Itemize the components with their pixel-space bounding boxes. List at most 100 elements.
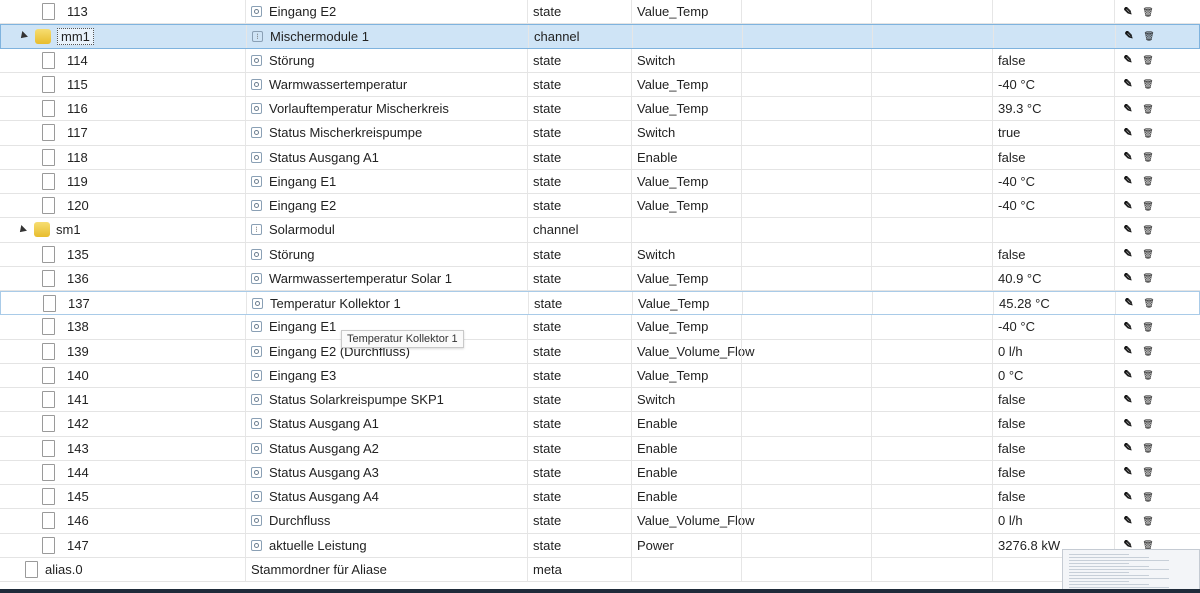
tree-row[interactable]: 142 Status Ausgang A1 state Enable false ✎ 🗑 xyxy=(0,412,1200,437)
id-cell[interactable]: sm1 xyxy=(0,218,245,241)
trash-icon[interactable]: 🗑 xyxy=(1141,368,1155,382)
id-cell[interactable]: alias.0 xyxy=(0,558,245,581)
pencil-icon[interactable]: ✎ xyxy=(1121,150,1135,164)
trash-icon[interactable]: 🗑 xyxy=(1141,102,1155,116)
trash-icon[interactable]: 🗑 xyxy=(1141,247,1155,261)
tree-row[interactable]: 115 Warmwassertemperatur state Value_Temp -4… xyxy=(0,72,1200,97)
tree-row[interactable]: 145 Status Ausgang A4 state Enable false ✎ 🗑 xyxy=(0,485,1200,510)
function-cell xyxy=(871,0,992,24)
tree-row[interactable]: 135 Störung state Switch false ✎ 🗑 xyxy=(0,242,1200,267)
id-cell[interactable]: 143 xyxy=(0,437,245,460)
pencil-icon[interactable]: ✎ xyxy=(1121,344,1135,358)
trash-icon[interactable]: 🗑 xyxy=(1141,126,1155,140)
id-cell[interactable]: 140 xyxy=(0,364,245,387)
trash-icon[interactable]: 🗑 xyxy=(1141,150,1155,164)
pencil-icon[interactable]: ✎ xyxy=(1121,514,1135,528)
pencil-icon[interactable]: ✎ xyxy=(1121,490,1135,504)
pencil-icon[interactable]: ✎ xyxy=(1122,29,1136,43)
tree-row[interactable]: 139 Eingang E2 (Durchfluss) state Value_Vol… xyxy=(0,339,1200,364)
tree-row[interactable]: 119 Eingang E1 state Value_Temp -40 °C ✎ 🗑 xyxy=(0,169,1200,194)
id-cell[interactable]: 135 xyxy=(0,243,245,266)
trash-icon[interactable]: 🗑 xyxy=(1142,296,1156,310)
expand-toggle-icon[interactable] xyxy=(17,224,27,235)
tree-row[interactable]: 113 Eingang E2 state Value_Temp ✎ 🗑 xyxy=(0,0,1200,25)
pencil-icon[interactable]: ✎ xyxy=(1121,247,1135,261)
trash-icon[interactable]: 🗑 xyxy=(1141,174,1155,188)
id-cell[interactable]: 137 xyxy=(1,292,246,314)
trash-icon[interactable]: 🗑 xyxy=(1141,393,1155,407)
tree-row[interactable]: 140 Eingang E3 state Value_Temp 0 °C ✎ 🗑 xyxy=(0,363,1200,388)
pencil-icon[interactable]: ✎ xyxy=(1121,174,1135,188)
id-cell[interactable]: 139 xyxy=(0,340,245,363)
pencil-icon[interactable]: ✎ xyxy=(1121,441,1135,455)
id-cell[interactable]: 117 xyxy=(0,121,245,144)
trash-icon[interactable]: 🗑 xyxy=(1141,465,1155,479)
tree-row[interactable]: 141 Status Solarkreispumpe SKP1 state Switc… xyxy=(0,388,1200,413)
trash-icon[interactable]: 🗑 xyxy=(1141,5,1155,19)
tree-row[interactable]: 144 Status Ausgang A3 state Enable false ✎ 🗑 xyxy=(0,460,1200,485)
id-cell[interactable]: 145 xyxy=(0,485,245,508)
id-cell[interactable]: 144 xyxy=(0,461,245,484)
tree-row[interactable]: 116 Vorlauftemperatur Mischerkreis state Va… xyxy=(0,97,1200,122)
tree-row[interactable]: 120 Eingang E2 state Value_Temp -40 °C ✎ 🗑 xyxy=(0,194,1200,219)
trash-icon[interactable]: 🗑 xyxy=(1141,514,1155,528)
id-cell[interactable]: 136 xyxy=(0,267,245,290)
id-cell[interactable]: 119 xyxy=(0,170,245,193)
pencil-icon[interactable]: ✎ xyxy=(1121,320,1135,334)
name-cell: Warmwassertemperatur Solar 1 xyxy=(245,266,527,290)
pencil-icon[interactable]: ✎ xyxy=(1121,368,1135,382)
trash-icon[interactable]: 🗑 xyxy=(1141,344,1155,358)
id-cell[interactable]: 113 xyxy=(0,0,245,23)
pencil-icon[interactable]: ✎ xyxy=(1121,102,1135,116)
trash-icon[interactable]: 🗑 xyxy=(1141,271,1155,285)
trash-icon[interactable]: 🗑 xyxy=(1141,417,1155,431)
pencil-icon[interactable]: ✎ xyxy=(1121,465,1135,479)
trash-icon[interactable]: 🗑 xyxy=(1141,199,1155,213)
tree-folder-row[interactable]: mm1 ⁝ Mischermodule 1 channel ✎ 🗑 xyxy=(0,24,1200,49)
tree-row[interactable]: 118 Status Ausgang A1 state Enable false ✎ 🗑 xyxy=(0,145,1200,170)
pencil-icon[interactable]: ✎ xyxy=(1121,417,1135,431)
pencil-icon[interactable]: ✎ xyxy=(1121,77,1135,91)
expand-toggle-icon[interactable] xyxy=(18,31,28,42)
id-cell[interactable]: 142 xyxy=(0,412,245,435)
id-cell[interactable]: mm1 xyxy=(1,25,246,47)
pencil-icon[interactable]: ✎ xyxy=(1122,296,1136,310)
tree-row[interactable]: 143 Status Ausgang A2 state Enable false ✎ 🗑 xyxy=(0,436,1200,461)
tree-row[interactable]: 117 Status Mischerkreispumpe state Switch tr… xyxy=(0,121,1200,146)
tree-row[interactable]: 138 Eingang E1 state Value_Temp -40 °C ✎ 🗑 xyxy=(0,315,1200,340)
id-cell[interactable]: 146 xyxy=(0,509,245,532)
trash-icon[interactable]: 🗑 xyxy=(1141,441,1155,455)
window-thumbnail[interactable] xyxy=(1062,549,1200,593)
tree-row[interactable]: alias.0 Stammordner für Aliase meta xyxy=(0,557,1200,582)
trash-icon[interactable]: 🗑 xyxy=(1141,77,1155,91)
trash-icon[interactable]: 🗑 xyxy=(1141,320,1155,334)
trash-icon[interactable]: 🗑 xyxy=(1141,223,1155,237)
id-cell[interactable]: 141 xyxy=(0,388,245,411)
pencil-icon[interactable]: ✎ xyxy=(1121,199,1135,213)
tree-row[interactable]: 136 Warmwassertemperatur Solar 1 state Valu… xyxy=(0,266,1200,291)
tree-folder-row[interactable]: sm1 ⁝ Solarmodul channel ✎ 🗑 xyxy=(0,218,1200,243)
id-cell[interactable]: 114 xyxy=(0,49,245,72)
id-cell[interactable]: 118 xyxy=(0,146,245,169)
pencil-icon[interactable]: ✎ xyxy=(1121,271,1135,285)
tree-row[interactable]: 114 Störung state Switch false ✎ 🗑 xyxy=(0,48,1200,73)
pencil-icon[interactable]: ✎ xyxy=(1121,53,1135,67)
pencil-icon[interactable]: ✎ xyxy=(1121,223,1135,237)
id-cell[interactable]: 115 xyxy=(0,73,245,96)
pencil-icon[interactable]: ✎ xyxy=(1121,393,1135,407)
id-cell[interactable]: 138 xyxy=(0,315,245,338)
trash-icon[interactable]: 🗑 xyxy=(1141,53,1155,67)
role-cell: Value_Temp xyxy=(631,363,741,387)
pencil-icon[interactable]: ✎ xyxy=(1121,126,1135,140)
tree-row[interactable]: 146 Durchfluss state Value_Volume_Flow 0 l/h… xyxy=(0,509,1200,534)
id-cell[interactable]: 120 xyxy=(0,194,245,217)
trash-icon[interactable]: 🗑 xyxy=(1141,490,1155,504)
trash-icon[interactable]: 🗑 xyxy=(1142,29,1156,43)
tree-row[interactable]: 147 aktuelle Leistung state Power 3276.8 kW ✎… xyxy=(0,533,1200,558)
state-icon xyxy=(251,418,262,430)
id-cell[interactable]: 116 xyxy=(0,97,245,120)
tree-row[interactable]: 137 Temperatur Kollektor 1 state Value_Temp… xyxy=(0,291,1200,316)
pencil-icon[interactable]: ✎ xyxy=(1121,5,1135,19)
id-cell[interactable]: 147 xyxy=(0,534,245,557)
thumbnail-line xyxy=(1069,557,1149,558)
